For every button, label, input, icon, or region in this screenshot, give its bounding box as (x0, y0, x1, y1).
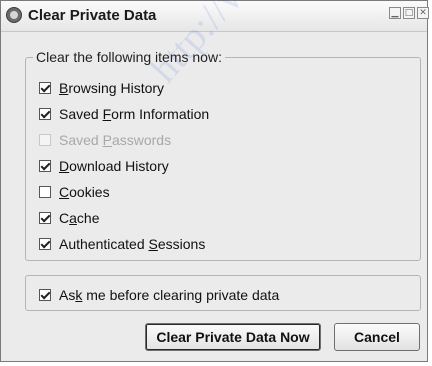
checkbox-box[interactable] (39, 160, 51, 172)
checkbox-box[interactable] (39, 212, 51, 224)
checkbox-box[interactable] (39, 289, 51, 301)
clear-item-checkbox: Saved Passwords (39, 131, 171, 149)
checkbox-label: Saved Form Information (59, 106, 210, 122)
checkbox-label: Cookies (59, 184, 110, 200)
clear-item-checkbox[interactable]: Browsing History (39, 79, 164, 97)
app-logo-icon (6, 7, 22, 23)
checkbox-box[interactable] (39, 238, 51, 250)
group-legend: Clear the following items now: (33, 49, 225, 65)
close-icon[interactable]: ✕ (417, 7, 429, 19)
minimize-icon[interactable]: ▁ (389, 7, 401, 19)
clear-item-checkbox[interactable]: Download History (39, 157, 169, 175)
checkbox-label: Ask me before clearing private data (59, 287, 280, 303)
clear-private-data-now-button[interactable]: Clear Private Data Now (145, 323, 321, 351)
clear-item-checkbox[interactable]: Cache (39, 209, 100, 227)
checkbox-box[interactable] (39, 186, 51, 198)
checkbox-label: Browsing History (59, 80, 165, 96)
clear-item-checkbox[interactable]: Saved Form Information (39, 105, 209, 123)
clear-item-checkbox[interactable]: Cookies (39, 183, 110, 201)
title-bar[interactable]: Clear Private Data ▁ □ ✕ (1, 1, 429, 32)
checkbox-label: Cache (59, 210, 100, 226)
clear-private-data-dialog: Clear Private Data ▁ □ ✕ Clear the follo… (0, 0, 429, 362)
clear-item-checkbox[interactable]: Authenticated Sessions (39, 235, 205, 253)
checkbox-box[interactable] (39, 82, 51, 94)
ask-before-clearing-checkbox[interactable]: Ask me before clearing private data (39, 286, 279, 304)
checkbox-label: Authenticated Sessions (59, 236, 206, 252)
cancel-button[interactable]: Cancel (334, 323, 420, 351)
checkbox-label: Saved Passwords (59, 132, 172, 148)
dialog-title: Clear Private Data (28, 7, 157, 24)
maximize-icon[interactable]: □ (403, 7, 415, 19)
checkbox-box[interactable] (39, 108, 51, 120)
checkbox-box (39, 134, 51, 146)
checkbox-label: Download History (59, 158, 169, 174)
